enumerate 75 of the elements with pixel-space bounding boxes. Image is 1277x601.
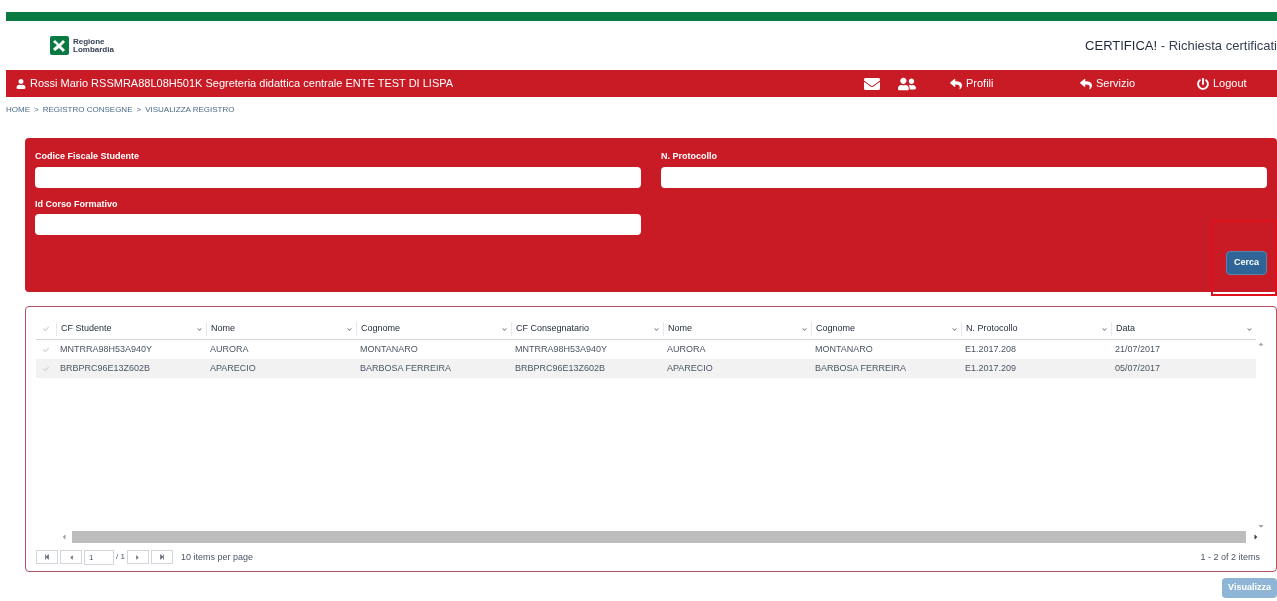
column-header[interactable]: CF Consegnatario [511, 322, 663, 336]
breadcrumb-link[interactable]: REGISTRO CONSEGNE [42, 104, 133, 116]
nav-link[interactable]: Profili [950, 75, 1080, 92]
first-page-icon [44, 554, 50, 561]
column-header[interactable]: CF Studente [56, 322, 206, 336]
sort-caret-icon[interactable] [502, 326, 507, 332]
scroll-up-icon[interactable] [1257, 340, 1265, 348]
search-button[interactable]: Cerca [1226, 251, 1267, 275]
table-cell-text: MNTRRA98H53A940Y [514, 342, 609, 356]
table-cell-text: BRBPRC96E13Z602B [514, 361, 607, 375]
nav-link[interactable]: Logout [1197, 75, 1257, 92]
checkbox-icon[interactable] [43, 346, 49, 353]
envelope-icon[interactable] [862, 75, 882, 92]
previous-page-icon [67, 553, 75, 561]
reply-arrow-icon [950, 77, 962, 90]
user-icon [16, 78, 26, 89]
page-input[interactable]: 1 [84, 549, 114, 565]
sort-caret-icon[interactable] [654, 326, 659, 332]
input-field[interactable] [35, 166, 641, 188]
checkbox-icon[interactable] [43, 365, 49, 372]
column-header[interactable]: Nome [663, 322, 811, 336]
table-cell-text: AURORA [209, 342, 250, 356]
input-field[interactable] [35, 214, 641, 235]
last-page-icon [158, 554, 165, 561]
app-title: CERTIFICA! - Richiesta certificati [1085, 36, 1277, 55]
checkbox-icon[interactable] [43, 326, 49, 332]
logo-text: Regione [73, 37, 105, 46]
table-cell-text: BARBOSA FERREIRA [359, 361, 453, 375]
sort-caret-icon[interactable] [347, 326, 352, 332]
column-header[interactable]: N. Protocollo [961, 322, 1111, 336]
power-icon [1197, 77, 1209, 90]
page-count: / 1 [116, 551, 125, 564]
reply-arrow-icon [1080, 77, 1092, 90]
breadcrumb-link[interactable]: HOME [6, 104, 30, 116]
column-header[interactable]: Cognome [356, 322, 511, 336]
table-cell-text: APARECIO [666, 361, 714, 375]
table-cell-text: E1.2017.209 [964, 361, 1018, 375]
horizontal-scrollbar[interactable] [72, 530, 1246, 543]
table-cell-text: BRBPRC96E13Z602B [59, 361, 152, 375]
scroll-right-icon[interactable] [1252, 532, 1260, 541]
previous-page-button[interactable] [60, 550, 82, 565]
items-summary: 1 - 2 of 2 items [1200, 550, 1260, 564]
page-size-label: 10 items per page [180, 550, 253, 564]
sort-caret-icon[interactable] [802, 326, 807, 332]
table-cell-text: BARBOSA FERREIRA [814, 361, 908, 375]
first-page-button[interactable] [36, 550, 58, 565]
field-label: Id Corso Formativo [35, 197, 119, 211]
input-field[interactable] [661, 166, 1267, 188]
breadcrumb-separator: > [136, 104, 142, 116]
table-cell-text: APARECIO [209, 361, 257, 375]
table-cell-text: AURORA [666, 342, 707, 356]
field-label: N. Protocollo [661, 150, 718, 163]
table-cell-text: E1.2017.208 [964, 342, 1018, 356]
last-page-button[interactable] [150, 550, 173, 565]
logo-text: Lombardia [73, 45, 114, 54]
breadcrumb-link[interactable]: VISUALIZZA REGISTRO [145, 104, 235, 116]
column-header[interactable]: Cognome [811, 322, 961, 336]
sort-caret-icon[interactable] [197, 326, 202, 332]
table-cell-text: MNTRRA98H53A940Y [59, 342, 154, 356]
table-cell-text: MONTANARO [359, 342, 419, 356]
nav-link[interactable]: Servizio [1080, 75, 1197, 92]
scroll-down-icon[interactable] [1257, 522, 1265, 530]
table-cell-text: 21/07/2017 [1114, 342, 1162, 356]
logo-icon [50, 36, 69, 55]
sort-caret-icon[interactable] [952, 326, 957, 332]
scroll-left-icon[interactable] [60, 532, 68, 541]
field-label: Codice Fiscale Studente [35, 150, 141, 163]
table-cell-text: 05/07/2017 [1114, 361, 1162, 375]
user-info: Rossi Mario RSSMRA88L08H501K Segreteria didattica centrale ENTE TEST DI LISPA [30, 76, 454, 92]
sort-caret-icon[interactable] [1102, 326, 1107, 332]
breadcrumb-separator: > [34, 104, 39, 116]
sort-caret-icon[interactable] [1247, 326, 1252, 332]
table-cell-text: MONTANARO [814, 342, 874, 356]
column-header[interactable]: Data [1111, 322, 1256, 336]
column-header[interactable]: Nome [206, 322, 356, 336]
